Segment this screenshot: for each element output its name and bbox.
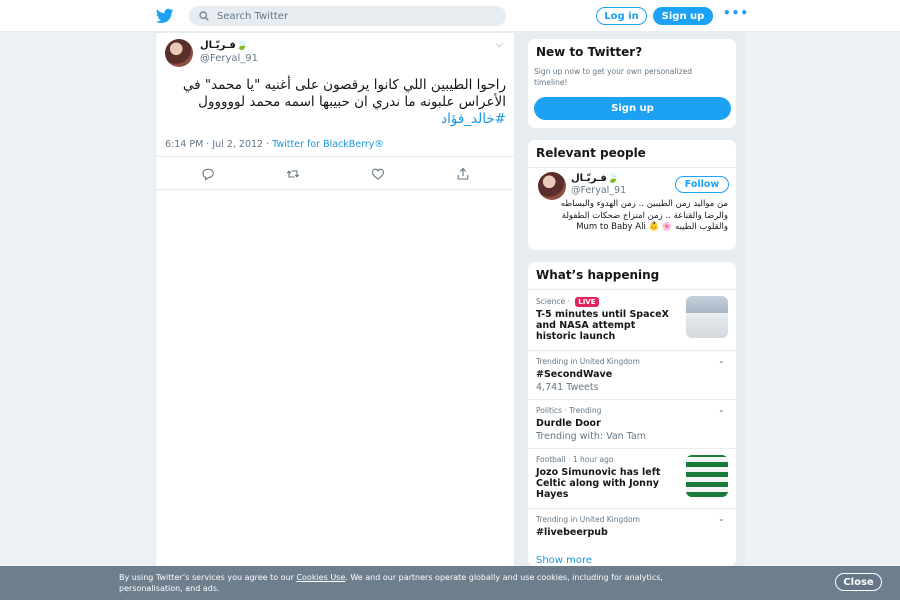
divider [156,156,514,157]
show-more-link[interactable]: Show more [536,555,592,566]
trend-title: Durdle Door [536,418,601,429]
panel-title: Relevant people [536,146,646,160]
right-background [745,32,900,600]
person-name[interactable]: فـريّـال🍃 [571,173,619,184]
trend-category: Trending in United Kingdom [536,515,640,524]
panel-subtitle: Sign up now to get your own personalized… [534,67,693,87]
relevant-people-panel: Relevant people فـريّـال🍃 @Feryal_91 Fol… [527,139,737,251]
hashtag-link[interactable]: #خالد_فؤاد [441,111,506,127]
login-button[interactable]: Log in [596,7,647,25]
trend-item[interactable]: Trending in United Kingdom #SecondWave 4… [528,350,736,399]
more-options-icon[interactable]: ••• [723,6,749,20]
close-button[interactable]: Close [835,573,882,591]
left-background [0,32,155,600]
author-handle[interactable]: @Feryal_91 [200,53,258,64]
trend-item[interactable]: Politics · Trending Durdle Door Trending… [528,399,736,448]
whats-happening-panel: What’s happening Science · LIVE T-5 minu… [527,261,737,567]
trend-title: #livebeerpub [536,527,608,538]
tweet-body: راحوا الطيبين اللي كانوا يرقصون على أغني… [182,77,506,110]
author-name[interactable]: فـريّـال🍃 [200,40,248,51]
trend-category: Science · LIVE [536,297,599,307]
panel-signup-button[interactable]: Sign up [534,97,731,120]
trend-count: 4,741 Tweets [536,382,599,393]
trend-category: Football · 1 hour ago [536,455,614,464]
tweet-card: فـريّـال🍃 @Feryal_91 ⌵ راحوا الطيبين الل… [155,33,515,573]
cookies-use-link[interactable]: Cookies Use [296,573,345,582]
live-badge: LIVE [575,297,599,307]
trend-category: Trending in United Kingdom [536,357,640,366]
trend-thumbnail[interactable] [686,455,728,497]
reply-icon[interactable] [201,167,215,181]
divider [156,189,514,190]
twitter-bird-icon[interactable] [156,7,174,25]
trend-title: T-5 minutes until SpaceX and NASA attemp… [536,309,669,342]
trend-item[interactable]: Football · 1 hour ago Jozo Simunovic has… [528,448,736,508]
author-avatar[interactable] [165,39,193,67]
divider [528,167,736,168]
top-navigation-bar: Log in Sign up ••• [0,0,900,32]
chevron-down-icon[interactable]: ⌄ [718,405,725,414]
tweet-timestamp[interactable]: 6:14 PM · Jul 2, 2012 · [165,139,272,150]
retweet-icon[interactable] [286,167,300,181]
person-bio: من مواليد زمن الطيبين .. زمن الهدوء والب… [560,199,728,232]
trend-count: Trending with: Van Tam [536,431,647,442]
search-icon [199,11,209,21]
new-to-twitter-panel: New to Twitter? Sign up now to get your … [527,38,737,129]
avatar[interactable] [538,172,566,200]
trend-item[interactable]: Trending in United Kingdom #livebeerpub … [528,508,736,548]
tweet-text: راحوا الطيبين اللي كانوا يرقصون على أغني… [170,77,506,128]
trend-title: Jozo Simunovic has left Celtic along wit… [536,467,661,500]
panel-title: What’s happening [536,268,660,282]
share-icon[interactable] [456,167,470,181]
cookie-banner: By using Twitter’s services you agree to… [0,566,900,600]
follow-button[interactable]: Follow [675,176,729,193]
tweet-source[interactable]: Twitter for BlackBerry® [272,139,384,150]
chevron-down-icon[interactable]: ⌄ [718,356,725,365]
trend-item[interactable]: Science · LIVE T-5 minutes until SpaceX … [528,289,736,350]
cookie-text: By using Twitter’s services you agree to… [119,573,663,593]
trend-thumbnail[interactable] [686,296,728,338]
search-box[interactable] [189,6,506,26]
panel-title: New to Twitter? [536,45,643,59]
person-handle[interactable]: @Feryal_91 [571,185,626,196]
like-icon[interactable] [371,167,385,181]
trend-category: Politics · Trending [536,406,602,415]
chevron-down-icon[interactable]: ⌄ [718,514,725,523]
search-input[interactable] [217,10,477,22]
chevron-down-icon[interactable]: ⌵ [496,40,503,50]
signup-button[interactable]: Sign up [653,7,713,25]
trend-title: #SecondWave [536,369,613,380]
tweet-meta: 6:14 PM · Jul 2, 2012 · Twitter for Blac… [165,139,384,150]
